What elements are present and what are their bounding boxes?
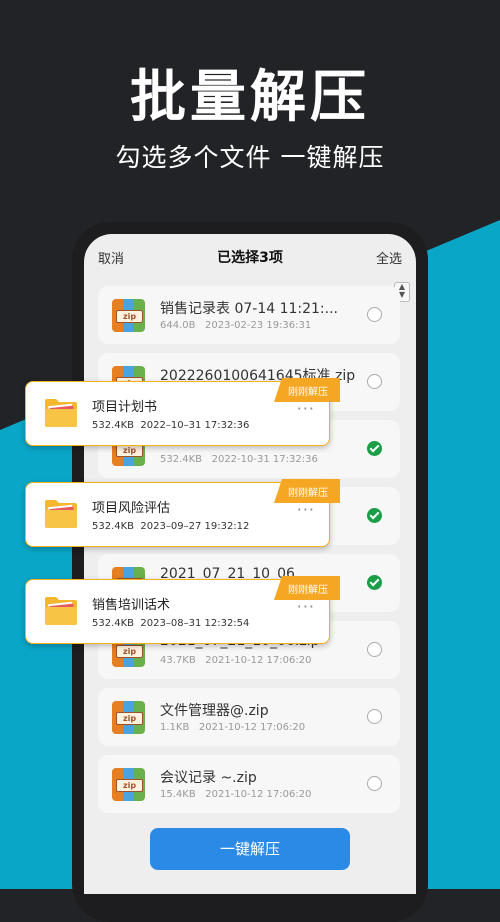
more-icon[interactable]: ··· [297, 599, 315, 615]
file-meta: 532.4KB 2022-10-31 17:32:36 [160, 454, 318, 465]
more-icon[interactable]: ··· [297, 502, 315, 518]
just-extracted-badge: 刚刚解压 [274, 479, 340, 503]
card-file-meta: 532.4KB 2022–10–31 17:32:36 [92, 420, 250, 431]
select-checkbox-checked[interactable] [367, 575, 382, 590]
select-all-button[interactable]: 全选 [376, 248, 402, 267]
hero-subtitle: 勾选多个文件 一键解压 [115, 143, 385, 172]
select-checkbox-checked[interactable] [367, 508, 382, 523]
zip-file-icon: zip [112, 701, 145, 734]
just-extracted-badge: 刚刚解压 [274, 378, 340, 402]
more-icon[interactable]: ··· [297, 401, 315, 417]
card-file-name: 项目计划书 [92, 400, 158, 415]
top-bar: 取消 已选择3项 全选 [84, 234, 416, 280]
select-checkbox[interactable] [367, 709, 382, 724]
card-file-name: 项目风险评估 [92, 501, 171, 516]
file-name: 会议记录 ~.zip [160, 770, 257, 786]
file-meta: 15.4KB 2021-10-12 17:06:20 [160, 789, 312, 800]
extracted-file-card[interactable]: 项目风险评估 532.4KB 2023–09–27 19:32:12 ··· 刚… [25, 479, 340, 547]
file-row[interactable]: zip 销售记录表 07-14 11:21:... 644.0B 2023-02… [98, 286, 400, 344]
card-file-meta: 532.4KB 2023–09–27 19:32:12 [92, 521, 250, 532]
folder-icon [45, 597, 77, 625]
phone-screen: 取消 已选择3项 全选 ▲ ▼ zip 销售记录表 07-14 11:21:...… [84, 234, 416, 894]
file-meta: 43.7KB 2021-10-12 17:06:20 [160, 655, 312, 666]
selection-title: 已选择3项 [217, 250, 283, 266]
file-row[interactable]: zip 会议记录 ~.zip 15.4KB 2021-10-12 17:06:2… [98, 755, 400, 813]
card-file-meta: 532.4KB 2023–08–31 12:32:54 [92, 618, 250, 629]
file-meta: 644.0B 2023-02-23 19:36:31 [160, 320, 312, 331]
extracted-file-card[interactable]: 项目计划书 532.4KB 2022–10–31 17:32:36 ··· 刚刚… [25, 378, 340, 446]
folder-icon [45, 399, 77, 427]
folder-icon [45, 500, 77, 528]
file-name: 销售记录表 07-14 11:21:... [160, 301, 338, 317]
select-checkbox[interactable] [367, 642, 382, 657]
file-name: 文件管理器@.zip [160, 703, 269, 719]
select-checkbox[interactable] [367, 374, 382, 389]
select-checkbox[interactable] [367, 776, 382, 791]
zip-file-icon: zip [112, 299, 145, 332]
hero-title: 批量解压 [130, 65, 370, 130]
card-file-name: 销售培训话术 [92, 598, 171, 613]
file-meta: 1.1KB 2021-10-12 17:06:20 [160, 722, 306, 733]
select-checkbox-checked[interactable] [367, 441, 382, 456]
file-row[interactable]: zip 文件管理器@.zip 1.1KB 2021-10-12 17:06:20 [98, 688, 400, 746]
file-list: zip 销售记录表 07-14 11:21:... 644.0B 2023-02… [98, 286, 400, 822]
zip-file-icon: zip [112, 768, 145, 801]
extract-all-button[interactable]: 一键解压 [150, 828, 350, 870]
select-checkbox[interactable] [367, 307, 382, 322]
extracted-file-card[interactable]: 销售培训话术 532.4KB 2023–08–31 12:32:54 ··· 刚… [25, 576, 340, 644]
just-extracted-badge: 刚刚解压 [274, 576, 340, 600]
